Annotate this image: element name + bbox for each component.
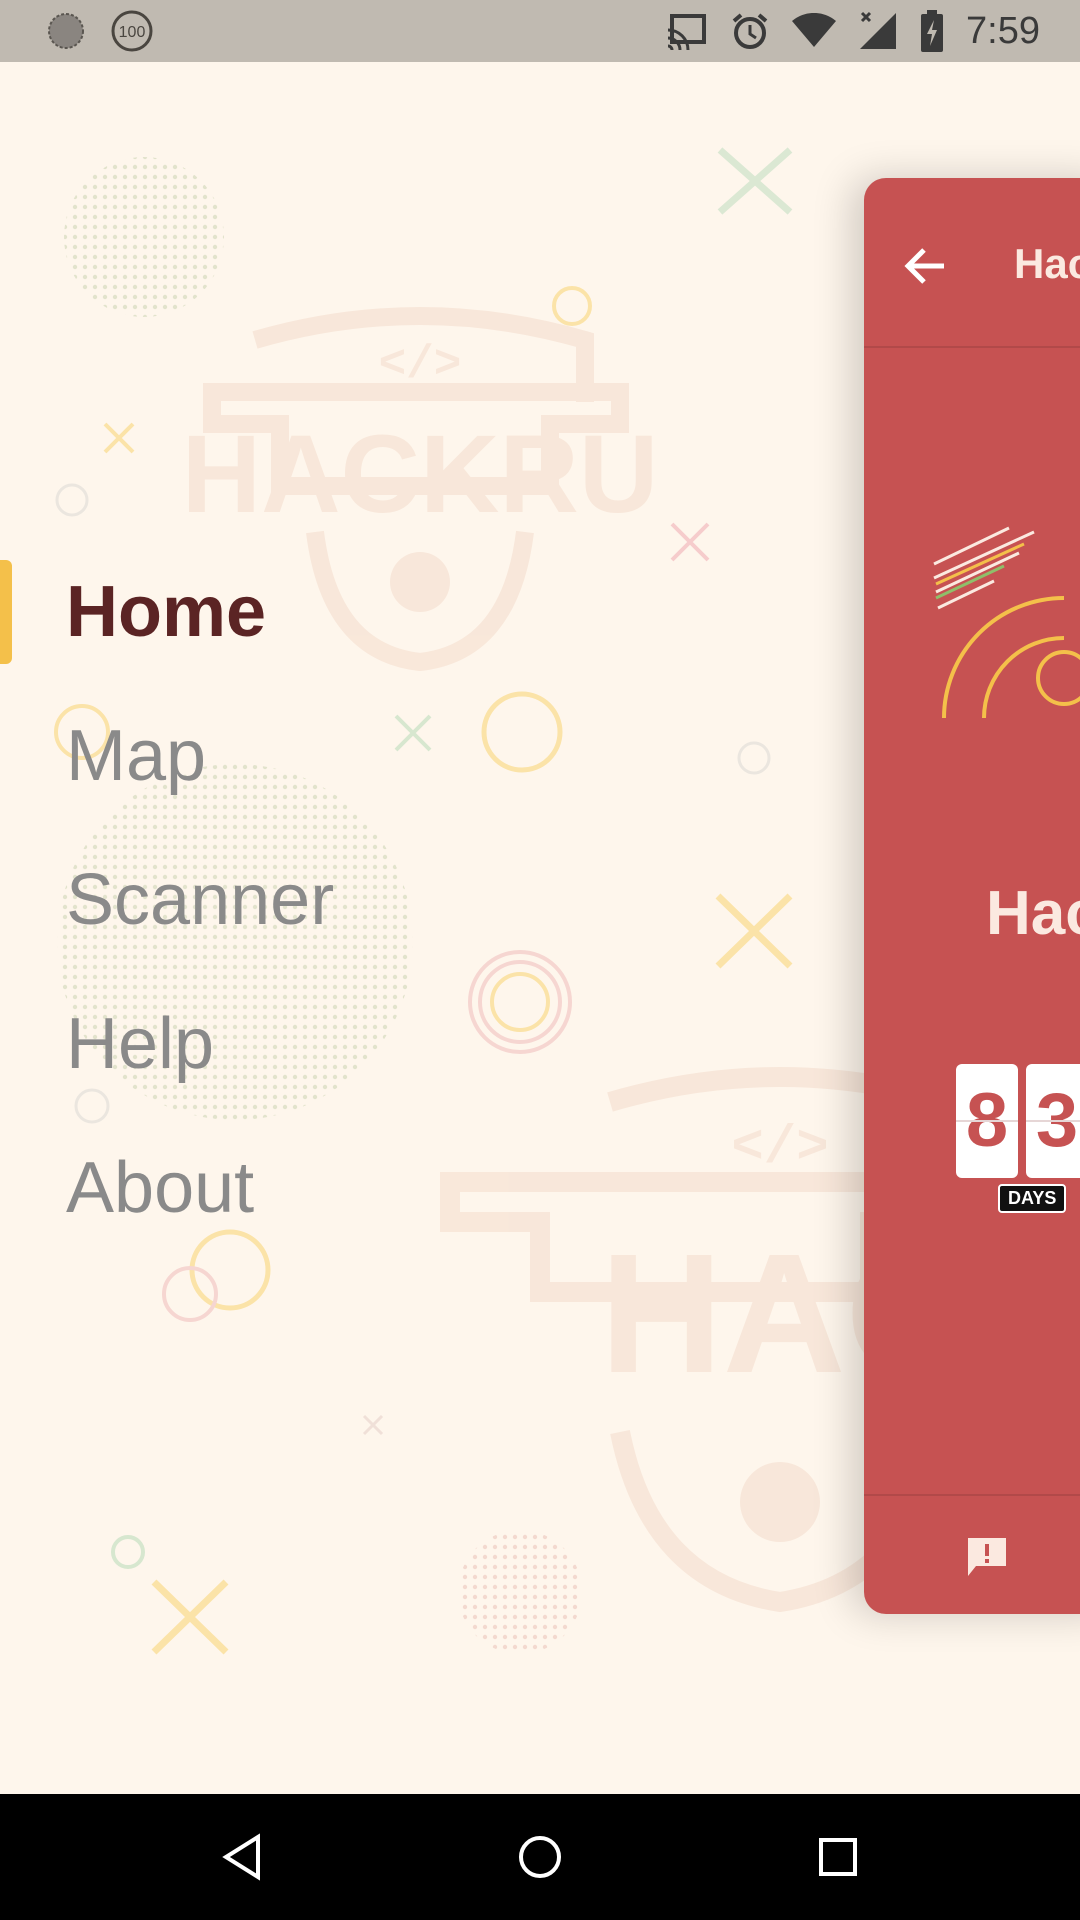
menu-item-map[interactable]: Map [0,684,700,828]
sync-icon [48,13,84,49]
countdown-digit: 8 [956,1064,1018,1178]
alarm-icon [732,13,768,49]
hackathon-illustration [933,526,1080,719]
countdown-digit: 3 [1026,1064,1080,1178]
menu-item-label: Help [66,1004,215,1084]
back-button[interactable] [182,1794,302,1920]
card-title: Hac [1014,240,1080,287]
clock: 7:59 [966,9,1040,52]
menu-item-scanner[interactable]: Scanner [0,828,700,972]
menu-item-label: Home [66,572,267,652]
menu-item-about[interactable]: About [0,1116,700,1260]
menu-item-label: About [66,1148,255,1228]
card-heading: Hac [986,879,1080,948]
back-arrow-icon[interactable] [904,246,948,286]
svg-text:</>: </> [731,1118,828,1179]
card-toolbar: Hac [864,178,1080,348]
cellular-signal-icon [860,11,897,49]
menu-item-home[interactable]: Home [0,540,700,684]
recents-button[interactable] [778,1794,898,1920]
system-navigation-bar [0,1794,1080,1920]
card-bottom-bar [864,1494,1080,1614]
cast-icon [667,14,707,50]
recents-square-icon [819,1838,857,1876]
feedback-icon[interactable] [964,1534,1010,1580]
home-screen-card[interactable]: Hac Hac 8 3 DAYS [864,178,1080,1614]
svg-text:</>: </> [379,339,462,391]
home-circle-icon [519,1836,561,1878]
status-bar: 100 7:59 [0,0,1080,62]
back-triangle-icon [222,1833,260,1881]
menu-item-label: Scanner [66,860,335,940]
battery-badge-text: 100 [119,24,146,41]
countdown-unit-label: DAYS [998,1184,1067,1213]
menu-item-label: Map [66,716,207,796]
wifi-icon [792,13,837,47]
battery-100-icon: 100 [111,10,153,52]
active-indicator [0,560,12,664]
drawer-menu: Home Map Scanner Help About [0,540,700,1260]
logo-text-upper: HACKRU [182,413,659,536]
menu-item-help[interactable]: Help [0,972,700,1116]
home-button[interactable] [480,1794,600,1920]
battery-charging-icon [921,10,944,52]
